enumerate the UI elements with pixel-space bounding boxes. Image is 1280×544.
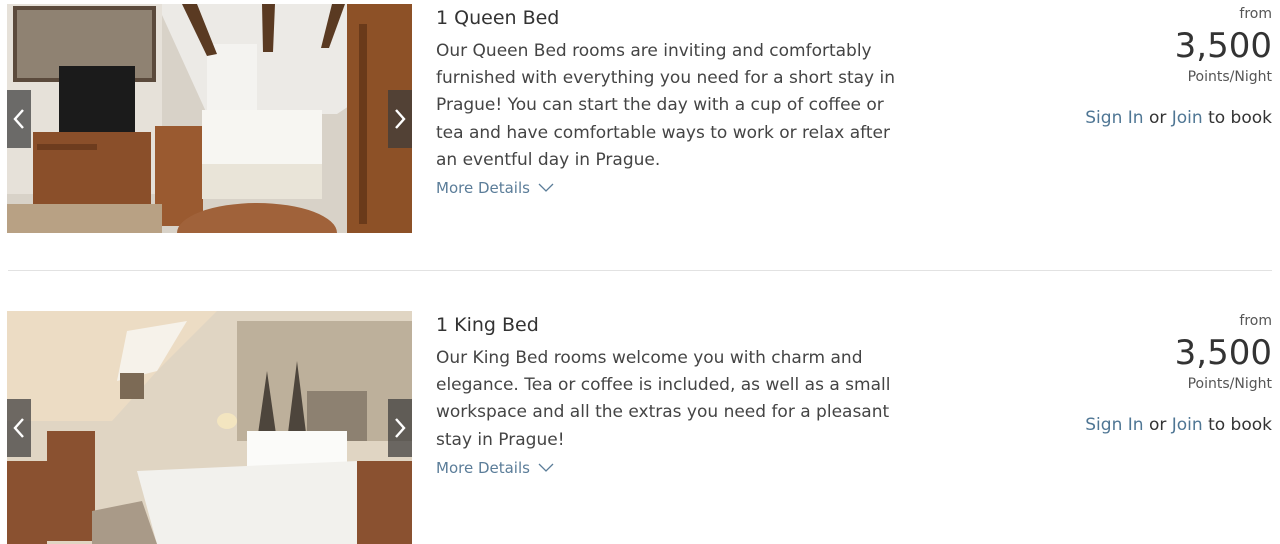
or-text: or [1148, 108, 1167, 128]
more-details-label: More Details [436, 179, 530, 198]
room-photo-carousel[interactable] [7, 4, 412, 233]
more-details-link[interactable]: More Details [436, 179, 554, 197]
more-details-label: More Details [436, 458, 530, 477]
room-photo [7, 4, 412, 233]
carousel-next-button[interactable] [388, 398, 412, 457]
room-card-king: 1 King Bed Our King Bed rooms welcome yo… [0, 307, 1280, 544]
chevron-left-icon [13, 417, 24, 438]
book-prompt: Sign In or Join to book [972, 415, 1272, 435]
room-title: 1 King Bed [436, 314, 539, 336]
more-details-link[interactable]: More Details [436, 459, 554, 477]
sign-in-link[interactable]: Sign In [1085, 108, 1143, 128]
price-from-label: from [1239, 6, 1272, 22]
room-title: 1 Queen Bed [436, 7, 560, 29]
points-per-night-label: Points/Night [1187, 376, 1272, 392]
points-per-night-label: Points/Night [1187, 69, 1272, 85]
points-value: 3,500 [1174, 26, 1272, 66]
carousel-next-button[interactable] [388, 89, 412, 148]
join-link[interactable]: Join [1172, 415, 1203, 435]
chevron-down-icon [538, 463, 554, 472]
join-link[interactable]: Join [1172, 108, 1203, 128]
room-card-queen: 1 Queen Bed Our Queen Bed rooms are invi… [0, 0, 1280, 240]
carousel-prev-button[interactable] [7, 398, 31, 457]
to-book-text: to book [1208, 415, 1272, 435]
room-description: Our King Bed rooms welcome you with char… [436, 348, 891, 450]
room-info: 1 Queen Bed Our Queen Bed rooms are invi… [436, 5, 936, 197]
room-price: from 3,500 Points/Night Sign In or Join … [972, 6, 1272, 128]
sign-in-link[interactable]: Sign In [1085, 415, 1143, 435]
chevron-down-icon [538, 183, 554, 192]
points-value: 3,500 [1174, 333, 1272, 373]
room-divider [8, 270, 1272, 271]
chevron-right-icon [395, 108, 406, 129]
room-photo [7, 311, 412, 544]
to-book-text: to book [1208, 108, 1272, 128]
chevron-right-icon [395, 417, 406, 438]
or-text: or [1148, 415, 1167, 435]
chevron-left-icon [13, 108, 24, 129]
price-from-label: from [1239, 313, 1272, 329]
room-photo-carousel[interactable] [7, 311, 412, 544]
carousel-prev-button[interactable] [7, 89, 31, 148]
room-info: 1 King Bed Our King Bed rooms welcome yo… [436, 312, 936, 477]
room-description: Our Queen Bed rooms are inviting and com… [436, 41, 895, 170]
book-prompt: Sign In or Join to book [972, 108, 1272, 128]
room-price: from 3,500 Points/Night Sign In or Join … [972, 313, 1272, 435]
